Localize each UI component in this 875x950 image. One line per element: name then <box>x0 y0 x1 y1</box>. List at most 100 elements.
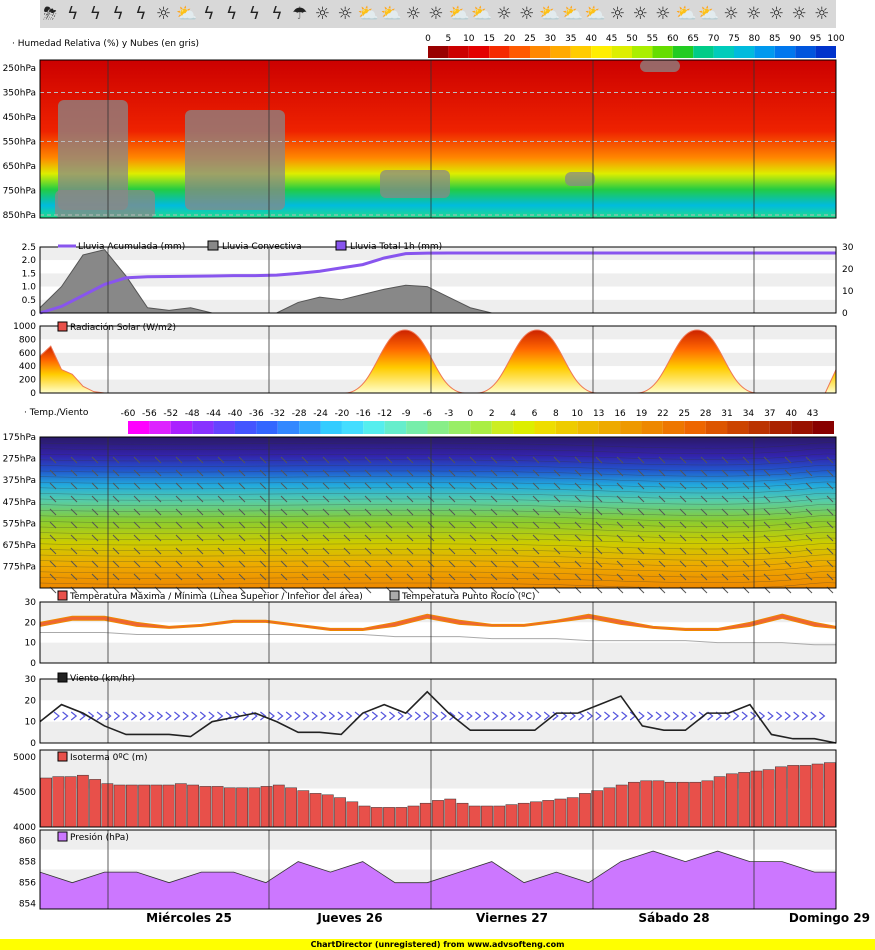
y-tick-label: 5000 <box>13 753 36 763</box>
solar-panel: 1000 800 600 400 200 0 Radiación Solar (W/m2) <box>13 321 837 399</box>
temp-colorbar-tick: 31 <box>721 409 732 419</box>
y-tick-label: 400 <box>19 362 36 372</box>
temp-colorbar-tick: 16 <box>614 409 626 419</box>
freezing-level-bar <box>811 763 824 828</box>
colorbar-tick: 60 <box>667 34 679 44</box>
freezing-level-bar <box>713 776 726 828</box>
freezing-level-bar <box>615 784 628 828</box>
colorbar-swatch <box>591 46 612 58</box>
temp-colorbar-tick: -24 <box>313 409 328 419</box>
temp-colorbar-tick: -44 <box>206 409 221 419</box>
temp-colorbar-swatch <box>812 421 834 434</box>
temp-colorbar-swatch <box>470 421 492 434</box>
colorbar-tick: 95 <box>810 34 821 44</box>
temp-colorbar-swatch <box>641 421 663 434</box>
y-tick-label: 1000 <box>13 322 36 332</box>
rain-panel: 2.5 2.0 1.5 1.0 0.5 0 30 20 10 0 Lluvia Acumulada … <box>22 240 854 319</box>
colorbar-tick: 5 <box>446 34 452 44</box>
temp-colorbar-swatch <box>769 421 792 434</box>
meteogram-chart: · Humedad Relativa (%) y Nubes (en gris)… <box>3 34 870 925</box>
day-label-0: Miércoles 25 <box>146 911 232 925</box>
freezing-level-bar <box>664 781 677 828</box>
temp-colorbar-tick: -3 <box>444 409 453 419</box>
temp-colorbar-tick: -6 <box>423 409 432 419</box>
temp-colorbar-swatch <box>748 421 770 434</box>
freezing-level-bar <box>775 766 787 828</box>
legend-temp-swatch <box>57 590 68 601</box>
colorbar-swatch <box>734 46 755 58</box>
freezing-level-bar <box>150 784 163 828</box>
wind-speed-panel: 30 20 10 0 Viento (km/hr) <box>25 672 837 749</box>
temp-colorbar-swatch <box>320 421 342 434</box>
temp-colorbar-swatch <box>277 421 300 434</box>
y-tick-label: 0.5 <box>22 296 36 306</box>
freezing-level-bar <box>76 774 89 828</box>
temp-colorbar-swatch <box>406 421 428 434</box>
y-tick-label: 20 <box>25 618 37 628</box>
y-tick-label: 675hPa <box>3 541 36 551</box>
y-tick-label: 858 <box>19 858 36 868</box>
temp-colorbar-swatch <box>662 421 685 434</box>
legend-freezing-swatch <box>57 751 68 762</box>
colorbar-swatch <box>570 46 592 58</box>
temp-colorbar-swatch <box>598 421 621 434</box>
legend-freezing: Isoterma 0ºC (m) <box>70 753 148 763</box>
temp-colorbar-swatch <box>684 421 706 434</box>
freezing-level-bar <box>628 781 640 828</box>
freezing-level-bar <box>652 780 665 828</box>
temp-colorbar-tick: -32 <box>270 409 285 419</box>
y-tick-label: 275hPa <box>3 455 36 465</box>
temp-colorbar-swatch <box>149 421 171 434</box>
legend-dew-swatch <box>389 590 400 601</box>
legend-solar-swatch <box>57 321 68 332</box>
colorbar-tick: 15 <box>483 34 494 44</box>
y-tick-label: 550hPa <box>3 138 36 148</box>
grid-band <box>40 830 836 850</box>
y-tick-label: 600 <box>19 349 36 359</box>
temp-colorbar-swatch <box>791 421 813 434</box>
temp-colorbar-swatch <box>128 421 150 434</box>
temp-colorbar-tick: -52 <box>163 409 178 419</box>
freezing-level-bar <box>530 801 542 828</box>
colorbar-swatch <box>632 46 653 58</box>
legend-accumulated: Lluvia Acumulada (mm) <box>78 242 185 252</box>
freezing-level-bar <box>285 787 297 828</box>
freezing-level-bar <box>517 802 530 828</box>
temp-colorbar-swatch <box>192 421 214 434</box>
freezing-level-bar <box>272 784 285 828</box>
day-label-1: Jueves 26 <box>316 911 382 925</box>
temp-colorbar-tick: -12 <box>377 409 392 419</box>
colorbar-tick: 35 <box>565 34 576 44</box>
temp-colorbar-tick: -9 <box>402 409 411 419</box>
y-tick-label: 30 <box>842 243 854 253</box>
legend-solar: Radiación Solar (W/m2) <box>70 322 176 333</box>
temp-colorbar-swatch <box>427 421 449 434</box>
humidity-title: · Humedad Relativa (%) y Nubes (en gris) <box>12 39 199 49</box>
freezing-level-bar <box>824 762 836 828</box>
freezing-level-bar <box>505 804 518 828</box>
freezing-level-bar <box>677 781 689 828</box>
cloud-region-4 <box>640 60 680 72</box>
colorbar-swatch <box>754 46 775 58</box>
freezing-level-bar <box>481 805 493 828</box>
freezing-level-bar <box>199 786 212 828</box>
y-tick-label: 860 <box>19 837 36 847</box>
freezing-level-bar <box>113 784 126 828</box>
colorbar-tick: 90 <box>789 34 801 44</box>
temp-colorbar-swatch <box>577 421 599 434</box>
freezing-level-bar <box>64 776 77 828</box>
freezing-level-bar <box>750 770 763 828</box>
freezing-level-bar <box>554 798 567 828</box>
legend-dew: Temperatura Punto Rocío (ºC) <box>401 592 535 602</box>
freezing-level-bar <box>726 773 738 828</box>
freezing-level-bar <box>444 798 457 828</box>
temp-colorbar-tick: 43 <box>807 409 818 419</box>
cloud-region-1 <box>55 190 155 218</box>
freezing-level-bar <box>187 784 199 828</box>
temp-colorbar-tick: -20 <box>335 409 350 419</box>
freezing-level-bar <box>689 781 702 828</box>
temp-colorbar-swatch <box>620 421 642 434</box>
freezing-level-bar <box>493 805 506 828</box>
y-tick-label: 450hPa <box>3 113 36 123</box>
temp-colorbar-swatch <box>299 421 321 434</box>
